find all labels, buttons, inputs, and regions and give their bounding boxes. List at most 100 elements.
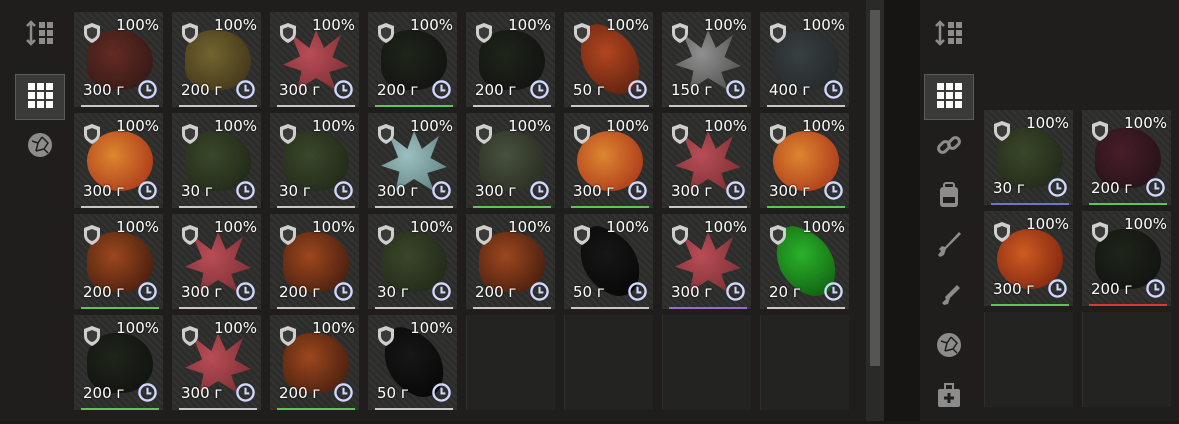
condition-percent: 100%: [606, 117, 649, 135]
rarity-bar: [277, 105, 355, 107]
shield-icon: [768, 22, 788, 44]
rarity-bar: [571, 307, 649, 309]
shield-icon: [376, 22, 396, 44]
rarity-bar: [179, 105, 257, 107]
item-slot[interactable]: 100% 200 г: [466, 12, 555, 107]
item-slot[interactable]: 100% 300 г: [662, 214, 751, 309]
item-slot[interactable]: 100% 300 г: [760, 113, 849, 208]
rarity-bar: [375, 408, 453, 410]
item-weight: 30 г: [377, 283, 409, 301]
item-slot[interactable]: 100% 150 г: [662, 12, 751, 107]
item-weight: 30 г: [279, 182, 311, 200]
empty-slot[interactable]: [984, 312, 1073, 407]
shield-icon: [572, 123, 592, 145]
item-slot[interactable]: 100% 30 г: [270, 113, 359, 208]
empty-slot[interactable]: [466, 315, 555, 410]
grid-view-button[interactable]: [15, 74, 65, 120]
condition-percent: 100%: [1026, 215, 1069, 233]
clock-icon: [432, 80, 451, 99]
item-slot[interactable]: 100% 300 г: [662, 113, 751, 208]
item-slot[interactable]: 100% 200 г: [1082, 211, 1171, 306]
rarity-bar: [277, 408, 355, 410]
item-weight: 20 г: [769, 283, 801, 301]
rarity-bar: [375, 307, 453, 309]
item-weight: 300 г: [83, 81, 125, 99]
item-weight: 200 г: [279, 283, 321, 301]
item-weight: 300 г: [573, 182, 615, 200]
empty-slot[interactable]: [1082, 312, 1171, 407]
clock-icon: [138, 80, 157, 99]
clock-icon: [236, 383, 255, 402]
shield-icon: [278, 224, 298, 246]
clock-icon: [138, 181, 157, 200]
shield-icon: [474, 22, 494, 44]
item-slot[interactable]: 100% 200 г: [74, 315, 163, 410]
item-slot[interactable]: 100% 200 г: [74, 214, 163, 309]
empty-slot[interactable]: [564, 315, 653, 410]
pistol-button[interactable]: [924, 274, 974, 320]
sort-button[interactable]: [15, 12, 65, 58]
artifact-filter-button[interactable]: [15, 124, 65, 170]
item-slot[interactable]: 100% 300 г: [368, 113, 457, 208]
item-slot[interactable]: 100% 200 г: [172, 12, 261, 107]
item-weight: 200 г: [475, 283, 517, 301]
item-slot[interactable]: 100% 50 г: [368, 315, 457, 410]
backpack-button[interactable]: [924, 174, 974, 220]
item-weight: 50 г: [377, 384, 409, 402]
item-weight: 50 г: [573, 81, 605, 99]
item-slot[interactable]: 100% 300 г: [172, 315, 261, 410]
item-slot[interactable]: 100% 200 г: [1082, 110, 1171, 205]
clock-icon: [824, 282, 843, 301]
item-slot[interactable]: 100% 300 г: [74, 113, 163, 208]
empty-slot[interactable]: [662, 315, 751, 410]
item-weight: 200 г: [475, 81, 517, 99]
chain-button[interactable]: [924, 124, 974, 170]
clock-icon: [432, 383, 451, 402]
item-slot[interactable]: 100% 300 г: [984, 211, 1073, 306]
clock-icon: [1146, 279, 1165, 298]
item-slot[interactable]: 100% 50 г: [564, 214, 653, 309]
item-slot[interactable]: 100% 400 г: [760, 12, 849, 107]
empty-slot[interactable]: [760, 315, 849, 410]
item-slot[interactable]: 100% 200 г: [270, 214, 359, 309]
item-slot[interactable]: 100% 200 г: [368, 12, 457, 107]
condition-percent: 100%: [312, 117, 355, 135]
condition-percent: 100%: [410, 319, 453, 337]
artifact-filter-button[interactable]: [924, 324, 974, 370]
item-slot[interactable]: 100% 300 г: [466, 113, 555, 208]
item-slot[interactable]: 100% 20 г: [760, 214, 849, 309]
item-slot[interactable]: 100% 30 г: [368, 214, 457, 309]
item-weight: 300 г: [279, 81, 321, 99]
rarity-bar: [179, 206, 257, 208]
item-slot[interactable]: 100% 300 г: [270, 12, 359, 107]
item-weight: 300 г: [671, 283, 713, 301]
item-slot[interactable]: 100% 300 г: [172, 214, 261, 309]
item-slot[interactable]: 100% 200 г: [270, 315, 359, 410]
rarity-bar: [473, 206, 551, 208]
rarity-bar: [473, 307, 551, 309]
rarity-bar: [571, 206, 649, 208]
sort-button[interactable]: [924, 12, 974, 58]
rarity-bar: [767, 206, 845, 208]
condition-percent: 100%: [508, 117, 551, 135]
rarity-bar: [669, 206, 747, 208]
item-slot[interactable]: 100% 30 г: [172, 113, 261, 208]
item-slot[interactable]: 100% 50 г: [564, 12, 653, 107]
scrollbar-thumb[interactable]: [870, 10, 880, 366]
rifle-button[interactable]: [924, 224, 974, 270]
medkit-button[interactable]: [924, 374, 974, 420]
item-slot[interactable]: 100% 300 г: [564, 113, 653, 208]
item-weight: 300 г: [83, 182, 125, 200]
clock-icon: [628, 282, 647, 301]
condition-percent: 100%: [1026, 114, 1069, 132]
backpack-icon: [935, 181, 963, 213]
grid-view-button[interactable]: [924, 74, 974, 120]
item-slot[interactable]: 100% 200 г: [466, 214, 555, 309]
shield-icon: [180, 123, 200, 145]
item-slot[interactable]: 100% 300 г: [74, 12, 163, 107]
rarity-bar: [991, 203, 1069, 205]
item-weight: 200 г: [83, 283, 125, 301]
item-slot[interactable]: 100% 30 г: [984, 110, 1073, 205]
rarity-bar: [767, 105, 845, 107]
condition-percent: 100%: [606, 218, 649, 236]
